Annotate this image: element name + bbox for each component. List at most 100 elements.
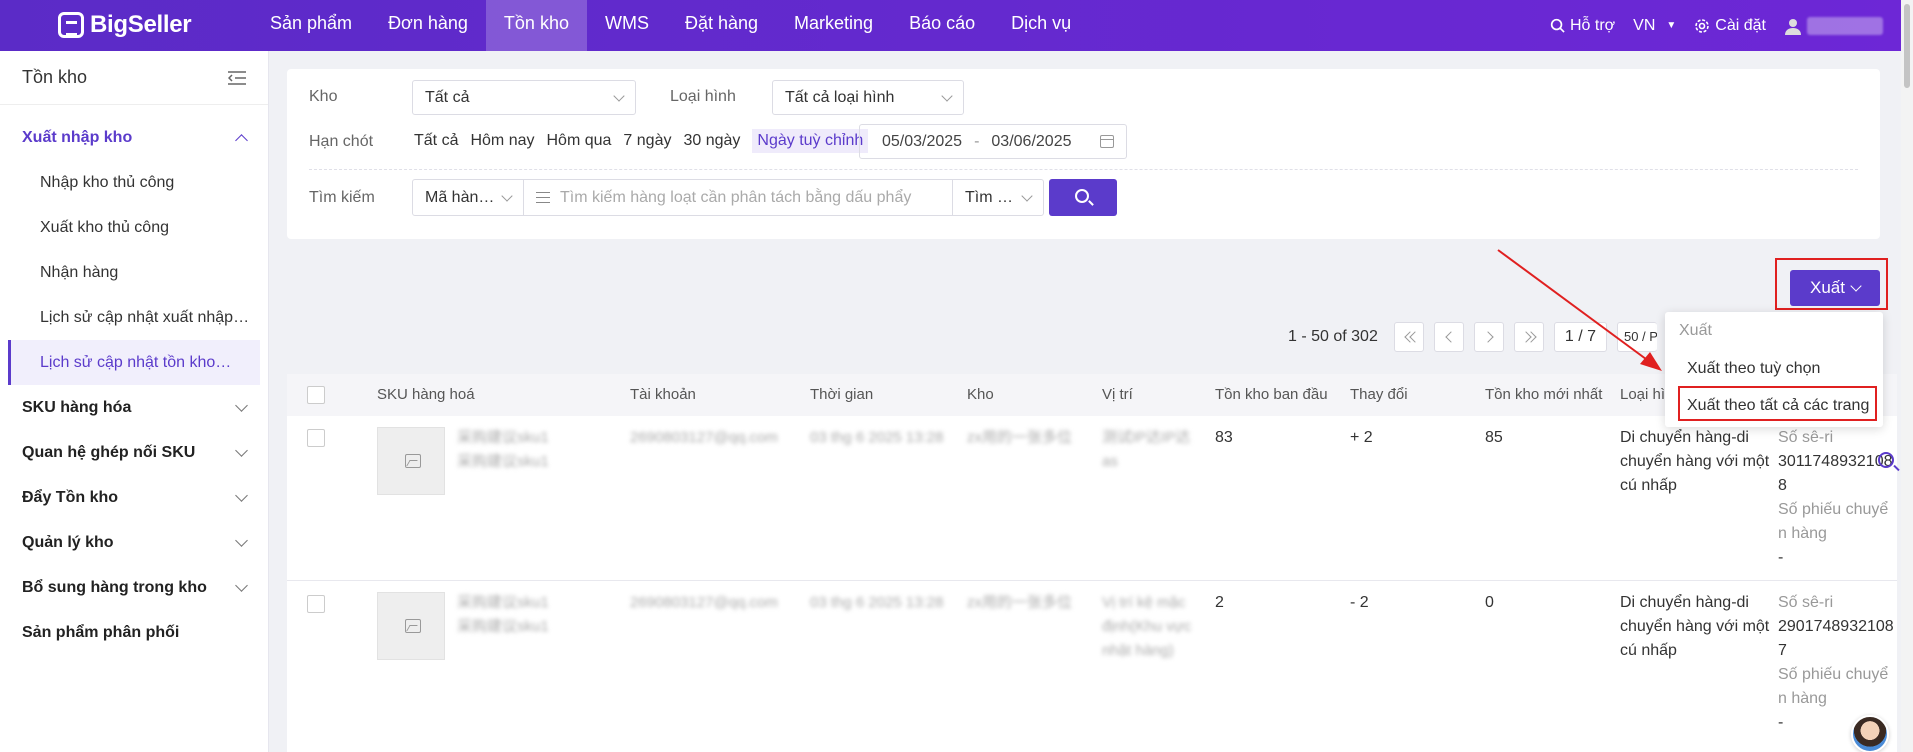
sidebar-group-label: Quản lý kho [22, 533, 114, 551]
table-row: 采购建议sku1 采购建议sku1 2690803127@qq.com 03 t… [287, 416, 1897, 581]
page-scrollbar[interactable] [1901, 0, 1913, 752]
sidebar-group-distribution[interactable]: Sản phẩm phân phối [0, 610, 268, 655]
sidebar-item-manual-inbound[interactable]: Nhập kho thủ công [0, 160, 268, 205]
divider [309, 169, 1858, 170]
history-table: SKU hàng hoá Tài khoản Thời gian Kho Vị … [287, 374, 1897, 752]
nav-marketing[interactable]: Marketing [776, 0, 891, 51]
type-cell: Di chuyển hàng-di chuyển hàng với một cú… [1620, 594, 1770, 659]
col-type: Loại hì [1620, 386, 1666, 403]
page-indicator[interactable]: 1 / 7 [1553, 322, 1607, 352]
col-account: Tài khoản [630, 386, 696, 403]
calendar-icon [1100, 135, 1114, 148]
voucher-label: Số phiếu chuyển hàng [1778, 666, 1889, 707]
logo-icon [58, 12, 84, 38]
search-button[interactable] [1049, 179, 1117, 216]
quick-all[interactable]: Tất cả [414, 132, 458, 150]
time-cell: 03 thg 6 2025 13:28 [810, 429, 944, 446]
sidebar-group-stock-push[interactable]: Đẩy Tồn kho [0, 475, 268, 520]
search-field-select[interactable]: Mã hàn… [413, 180, 524, 215]
sidebar-group-label: Đẩy Tồn kho [22, 488, 119, 506]
sidebar-group-replenish[interactable]: Bổ sung hàng trong kho [0, 565, 268, 610]
support-link[interactable]: Hỗ trợ [1550, 17, 1615, 35]
scrollbar-thumb[interactable] [1904, 4, 1910, 88]
quick-7-days[interactable]: 7 ngày [623, 132, 671, 150]
warehouse-value: Tất cả [425, 89, 470, 106]
first-page-button[interactable] [1393, 322, 1424, 352]
sidebar-group-sku[interactable]: SKU hàng hóa [0, 385, 268, 430]
chevron-down-icon [235, 443, 248, 457]
search-input[interactable]: Tìm kiếm hàng loạt cần phân tách bằng dấ… [524, 180, 953, 215]
user-icon [1785, 18, 1801, 35]
sidebar-group-label: Xuất nhập kho [22, 128, 133, 146]
last-page-button[interactable] [1513, 322, 1544, 352]
sidebar-group-sku-mapping[interactable]: Quan hệ ghép nối SKU [0, 430, 268, 475]
latest-stock-cell: 85 [1485, 429, 1503, 446]
sidebar-group-label: Quan hệ ghép nối SKU [22, 443, 196, 461]
nav-purchase[interactable]: Đặt hàng [667, 0, 776, 51]
search-icon [1075, 189, 1089, 203]
floating-search-icon[interactable] [1878, 452, 1894, 468]
chevron-down-icon [235, 488, 248, 502]
sidebar: Tồn kho Xuất nhập kho Nhập kho thủ công … [0, 51, 269, 752]
settings-link[interactable]: Cài đặt [1694, 17, 1766, 35]
export-custom-option[interactable]: Xuất theo tuỳ chọn [1665, 350, 1883, 387]
account-cell: 2690803127@qq.com [630, 429, 778, 446]
support-chat-avatar[interactable] [1851, 715, 1889, 752]
chevron-down-icon [1850, 279, 1862, 292]
sidebar-item-io-history[interactable]: Lịch sử cập nhật xuất nhập… [0, 295, 268, 340]
page-size-select[interactable]: 50 / P [1616, 322, 1657, 352]
sku-line: 采购建议sku1 [457, 429, 549, 446]
nav-services[interactable]: Dịch vụ [993, 0, 1089, 51]
sidebar-group-stock-io[interactable]: Xuất nhập kho [0, 115, 268, 160]
select-all-checkbox[interactable] [307, 386, 325, 404]
nav-orders[interactable]: Đơn hàng [370, 0, 486, 51]
search-label: Tìm kiếm [309, 189, 375, 206]
sidebar-item-stock-history[interactable]: Lịch sử cập nhật tồn kho… [8, 340, 260, 385]
quick-custom[interactable]: Ngày tuỳ chỉnh [752, 129, 869, 153]
nav-inventory[interactable]: Tồn kho [485, 0, 587, 51]
voucher-value: - [1778, 549, 1784, 566]
warehouse-select[interactable]: Tất cả [412, 80, 636, 115]
top-navbar: BigSeller Sản phẩm Đơn hàng Tồn kho WMS … [0, 0, 1913, 51]
sidebar-item-manual-outbound[interactable]: Xuất kho thủ công [0, 205, 268, 250]
pagination: 1 - 50 of 302 1 / 7 50 / P [1288, 322, 1657, 352]
main-nav: Sản phẩm Đơn hàng Tồn kho WMS Đặt hàng M… [252, 0, 1089, 51]
sidebar-group-label: Bổ sung hàng trong kho [22, 578, 207, 596]
sidebar-item-receiving[interactable]: Nhận hàng [0, 250, 268, 295]
chevron-down-icon [613, 90, 625, 102]
brand-name: BigSeller [90, 11, 192, 38]
date-range-picker[interactable]: 05/03/2025 - 03/06/2025 [859, 124, 1127, 159]
nav-products[interactable]: Sản phẩm [252, 0, 370, 51]
user-menu[interactable] [1784, 16, 1883, 35]
brand-logo[interactable]: BigSeller [58, 10, 192, 40]
language-label: VN [1633, 16, 1656, 34]
search-mode-value: Tìm … [965, 189, 1013, 206]
quick-yesterday[interactable]: Hôm qua [547, 132, 612, 150]
sidebar-group-warehouse-mgmt[interactable]: Quản lý kho [0, 520, 268, 565]
settings-label: Cài đặt [1715, 16, 1766, 34]
quick-today[interactable]: Hôm nay [470, 132, 534, 150]
sidebar-group-label: Sản phẩm phân phối [22, 623, 180, 641]
nav-reports[interactable]: Báo cáo [891, 0, 993, 51]
col-time: Thời gian [810, 386, 874, 403]
collapse-menu-icon[interactable] [228, 70, 246, 85]
next-page-button[interactable] [1473, 322, 1504, 352]
export-label: Xuất [1810, 278, 1845, 297]
sidebar-title: Tồn kho [22, 67, 88, 87]
serial-cell: Số sê-ri 3011748932108 8 Số phiếu chuyển… [1778, 426, 1897, 570]
prev-page-button[interactable] [1433, 322, 1464, 352]
search-mode-select[interactable]: Tìm … [953, 180, 1043, 215]
export-button[interactable]: Xuất [1790, 270, 1880, 306]
quick-30-days[interactable]: 30 ngày [683, 132, 740, 150]
col-location: Vị trí [1102, 386, 1133, 403]
row-checkbox[interactable] [307, 595, 325, 613]
chevron-left-icon [1445, 331, 1457, 343]
type-select[interactable]: Tất cả loại hình [772, 80, 964, 115]
type-value: Tất cả loại hình [785, 89, 895, 106]
row-checkbox[interactable] [307, 429, 325, 447]
nav-wms[interactable]: WMS [587, 0, 667, 51]
type-label: Loại hình [670, 88, 736, 105]
language-select[interactable]: VN ▼ [1633, 17, 1676, 35]
col-latest-stock: Tồn kho mới nhất [1485, 386, 1603, 403]
account-cell: 2690803127@qq.com [630, 594, 778, 611]
